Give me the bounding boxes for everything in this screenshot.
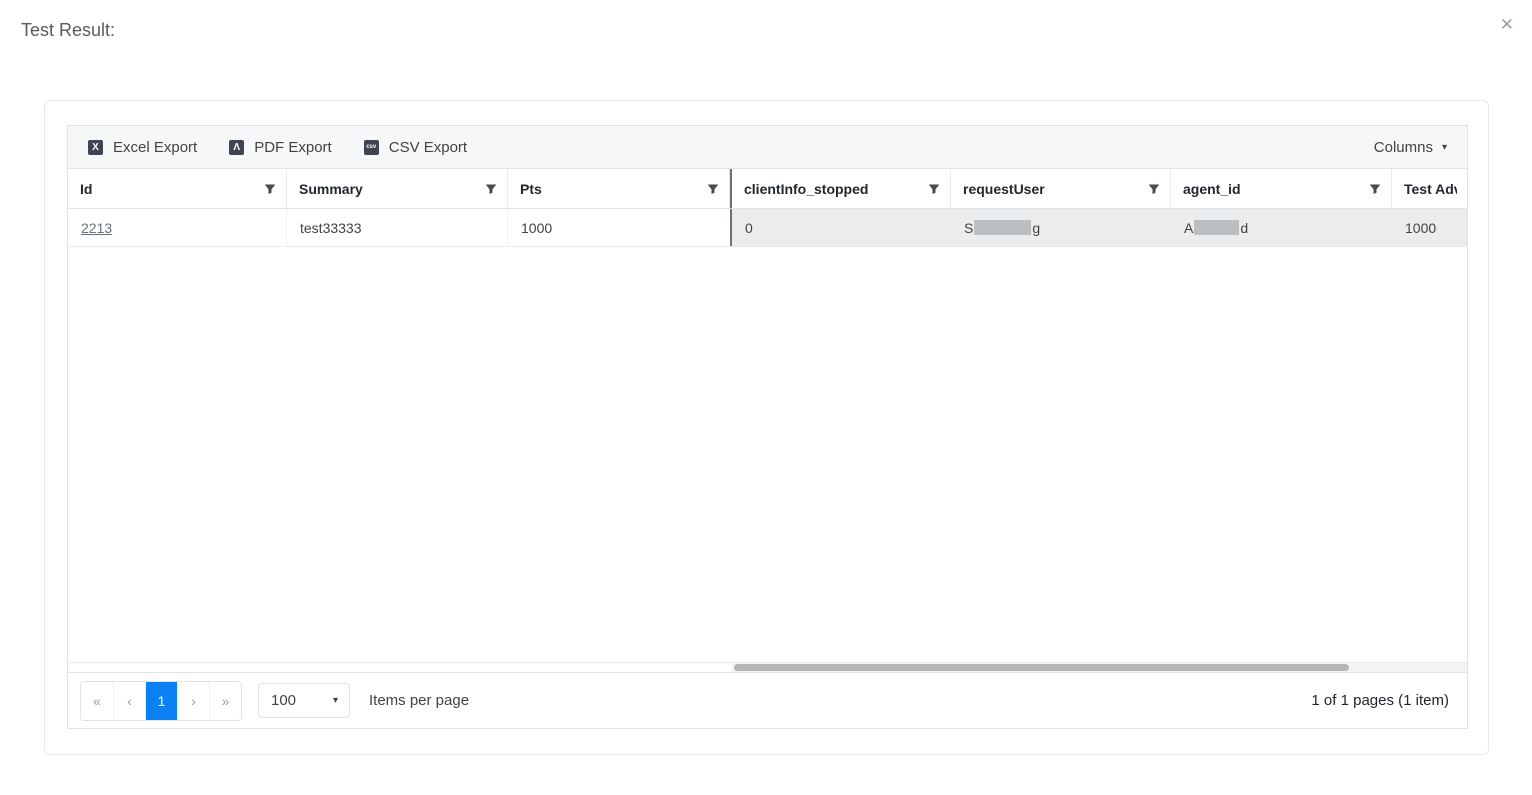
column-header-summary[interactable]: Summary [287,169,508,208]
id-link[interactable]: 2213 [81,220,112,236]
filter-icon[interactable] [1369,183,1381,195]
excel-export-button[interactable]: X Excel Export [88,139,197,156]
grid-pager: « ‹ 1 › » 100 ▾ Items per page 1 of 1 pa… [68,672,1467,728]
column-header-pts[interactable]: Pts [508,169,730,208]
data-grid: X Excel Export Λ PDF Export csv CSV Expo… [67,125,1468,729]
grid-empty-area [68,247,1467,662]
filter-icon[interactable] [264,183,276,195]
filter-icon[interactable] [707,183,719,195]
excel-export-label: Excel Export [113,139,197,156]
cell-agent-id: Ad [1171,209,1392,246]
horizontal-scrollbar[interactable] [732,663,1467,672]
grid-header-row: Id Summary Pts [68,169,1467,209]
pager-last-button[interactable]: » [209,682,241,720]
pager-next-button[interactable]: › [177,682,209,720]
columns-menu-label: Columns [1374,139,1433,156]
grid-body: 2213 test33333 1000 0 Sg Ad 1000 [68,209,1467,672]
cell-pts: 1000 [508,209,730,246]
locked-area-footer [68,663,732,672]
pdf-export-label: PDF Export [254,139,332,156]
pdf-file-icon: Λ [229,140,244,155]
grid-toolbar: X Excel Export Λ PDF Export csv CSV Expo… [68,126,1467,169]
excel-file-icon: X [88,140,103,155]
pager-buttons: « ‹ 1 › » [80,681,242,721]
filter-icon[interactable] [485,183,497,195]
cell-id: 2213 [68,209,287,246]
table-row[interactable]: 2213 test33333 1000 0 Sg Ad 1000 [68,209,1467,247]
pager-page-1-button[interactable]: 1 [145,682,177,720]
columns-menu-button[interactable]: Columns ▾ [1374,139,1447,156]
column-header-requestuser[interactable]: requestUser [951,169,1171,208]
filter-icon[interactable] [928,183,940,195]
pager-info: 1 of 1 pages (1 item) [1311,692,1455,709]
cell-summary: test33333 [287,209,508,246]
page-size-value: 100 [271,692,296,709]
pager-prev-button[interactable]: ‹ [113,682,145,720]
csv-export-label: CSV Export [389,139,467,156]
column-header-id[interactable]: Id [68,169,287,208]
result-card: X Excel Export Λ PDF Export csv CSV Expo… [44,100,1489,755]
chevron-down-icon: ▾ [1442,142,1447,153]
redaction-block [974,220,1031,235]
column-header-test-adva[interactable]: Test Adva [1392,169,1467,208]
redaction-block [1194,220,1239,235]
column-header-agent-id[interactable]: agent_id [1171,169,1392,208]
cell-test-adva: 1000 [1392,209,1467,246]
pdf-export-button[interactable]: Λ PDF Export [229,139,332,156]
page-title: Test Result: [21,20,115,41]
pager-first-button[interactable]: « [81,682,113,720]
scrollbar-thumb[interactable] [734,664,1349,671]
items-per-page-label: Items per page [369,692,469,709]
page-size-dropdown[interactable]: 100 ▾ [258,683,350,718]
cell-requestuser: Sg [951,209,1171,246]
test-result-dialog: Test Result: ✕ X Excel Export Λ PDF Expo… [0,0,1532,795]
chevron-down-icon: ▾ [333,695,338,706]
cell-clientinfo-stopped: 0 [732,209,951,246]
column-header-clientinfo-stopped[interactable]: clientInfo_stopped [732,169,951,208]
close-icon[interactable]: ✕ [1500,16,1514,33]
filter-icon[interactable] [1148,183,1160,195]
csv-file-icon: csv [364,140,379,155]
scrollbar-strip [68,662,1467,672]
csv-export-button[interactable]: csv CSV Export [364,139,467,156]
